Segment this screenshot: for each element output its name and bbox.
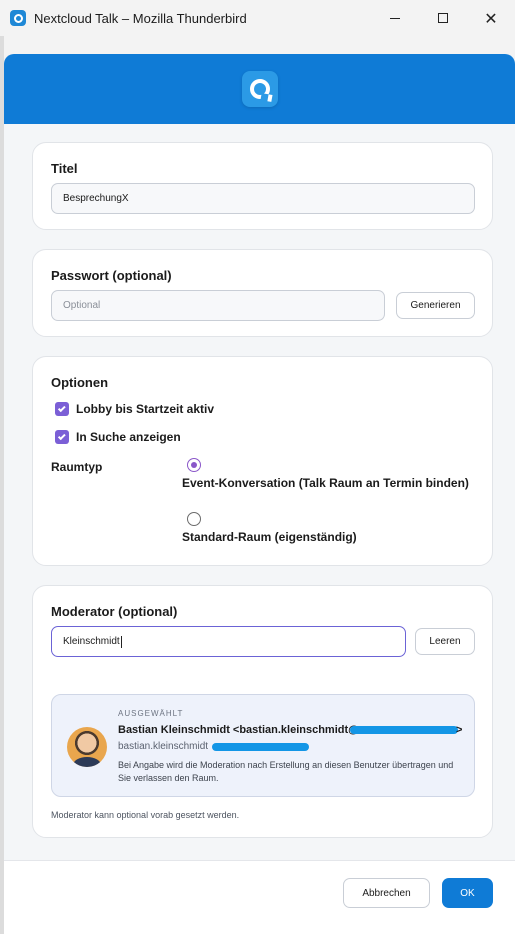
dialog-footer: Abbrechen OK	[4, 861, 515, 934]
moderator-heading: Moderator (optional)	[51, 604, 178, 619]
title-bar: Nextcloud Talk – Mozilla Thunderbird ✕	[0, 0, 515, 36]
checkmark-icon	[57, 404, 66, 413]
password-placeholder: Optional	[63, 300, 101, 311]
selected-caption: AUSGEWÄHLT	[118, 709, 184, 718]
moderator-card: Moderator (optional) Kleinschmidt Leeren…	[32, 585, 493, 838]
selected-note: Bei Angabe wird die Moderation nach Erst…	[118, 760, 454, 783]
ok-button[interactable]: OK	[442, 878, 493, 908]
password-input[interactable]: Optional	[51, 290, 385, 321]
title-heading: Titel	[51, 161, 78, 176]
maximize-icon	[438, 13, 448, 23]
room-type-standard-radio[interactable]	[187, 512, 201, 526]
search-checkbox-row[interactable]: In Suche anzeigen	[55, 430, 181, 444]
minimize-button[interactable]	[371, 0, 419, 36]
search-checkbox[interactable]	[55, 430, 69, 444]
moderator-search-input[interactable]: Kleinschmidt	[51, 626, 406, 657]
room-type-event-label[interactable]: Event-Konversation (Talk Raum an Termin …	[182, 476, 469, 490]
selected-username: bastian.kleinschmidt	[118, 741, 209, 752]
talk-app-icon	[10, 10, 26, 26]
dialog-window: Titel BesprechungX Passwort (optional) O…	[4, 54, 515, 934]
close-icon: ✕	[484, 8, 498, 28]
options-card: Optionen Lobby bis Startzeit aktiv In Su…	[32, 356, 493, 566]
dialog-header	[4, 54, 515, 124]
title-card: Titel BesprechungX	[32, 142, 493, 230]
checkmark-icon	[57, 432, 66, 441]
clear-button[interactable]: Leeren	[415, 628, 475, 655]
selected-user-name-text: Bastian Kleinschmidt <bastian.kleinschmi…	[118, 724, 359, 736]
moderator-hint: Moderator kann optional vorab gesetzt we…	[51, 810, 240, 820]
redaction-mark	[350, 726, 458, 734]
avatar	[67, 727, 107, 767]
title-input[interactable]: BesprechungX	[51, 183, 475, 214]
selected-user-name: Bastian Kleinschmidt <bastian.kleinschmi…	[118, 724, 359, 736]
lobby-checkbox-label: Lobby bis Startzeit aktiv	[76, 402, 215, 416]
cancel-button[interactable]: Abbrechen	[343, 878, 430, 908]
minimize-icon	[390, 17, 400, 19]
password-heading: Passwort (optional)	[51, 268, 172, 283]
maximize-button[interactable]	[419, 0, 467, 36]
options-heading: Optionen	[51, 375, 109, 390]
room-type-standard-label[interactable]: Standard-Raum (eigenständig)	[182, 530, 357, 544]
close-button[interactable]: ✕	[467, 0, 515, 36]
text-cursor	[120, 635, 122, 648]
moderator-input-value: Kleinschmidt	[63, 636, 120, 647]
title-input-value: BesprechungX	[63, 193, 129, 204]
room-type-label: Raumtyp	[51, 460, 103, 474]
generate-button[interactable]: Generieren	[396, 292, 475, 319]
selected-user-name-end: >	[456, 724, 463, 736]
password-card: Passwort (optional) Optional Generieren	[32, 249, 493, 337]
window-title: Nextcloud Talk – Mozilla Thunderbird	[34, 10, 247, 26]
nextcloud-talk-logo-icon	[241, 71, 278, 107]
search-checkbox-label: In Suche anzeigen	[76, 430, 181, 444]
room-type-event-radio[interactable]	[187, 458, 201, 472]
redaction-mark	[212, 743, 309, 751]
window-controls: ✕	[371, 0, 515, 36]
lobby-checkbox[interactable]	[55, 402, 69, 416]
lobby-checkbox-row[interactable]: Lobby bis Startzeit aktiv	[55, 402, 214, 416]
selected-moderator-box: AUSGEWÄHLT Bastian Kleinschmidt <bastian…	[51, 694, 475, 797]
